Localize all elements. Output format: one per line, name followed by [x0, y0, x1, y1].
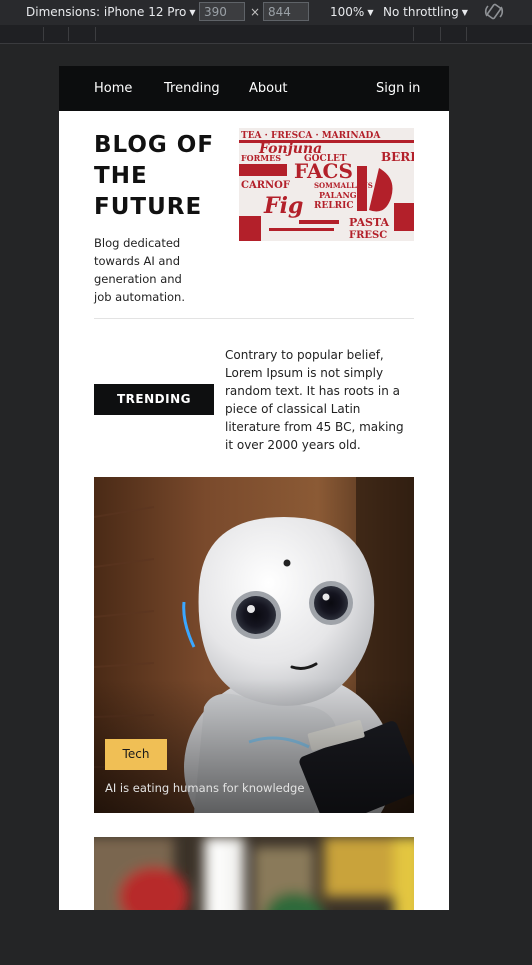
hero-description: Blog dedicated towards AI and generation…	[94, 236, 186, 304]
svg-text:TEA · FRESCA · MARINADA: TEA · FRESCA · MARINADA	[241, 131, 381, 141]
viewport-width-input[interactable]: 390	[199, 2, 245, 21]
media-query-ruler	[0, 25, 532, 44]
throttling-label: No throttling	[383, 5, 459, 19]
nav-link-about[interactable]: About	[249, 66, 287, 111]
hero-image-word: FACS	[294, 159, 353, 183]
featured-article-card[interactable]: Tech AI is eating humans for knowledge	[94, 477, 414, 813]
hero-typography-image: TEA · FRESCA · MARINADA Fonjuna FORMES G…	[239, 128, 414, 241]
mobile-viewport: Home Trending About Sign in BLOG OF THE …	[59, 66, 449, 910]
devtools-device-toolbar: Dimensions: iPhone 12 Pro ▼ 390 × 844 100…	[0, 0, 532, 25]
hero-image-word: PASTA	[349, 216, 390, 229]
trending-button[interactable]: TRENDING	[94, 384, 214, 415]
zoom-label: 100%	[330, 5, 365, 19]
nav-link-home[interactable]: Home	[94, 66, 132, 111]
viewport-height-input[interactable]: 844	[263, 2, 309, 21]
blurred-photo	[94, 837, 414, 910]
hero-image-word: BERIC	[381, 150, 414, 164]
chevron-down-icon: ▼	[189, 8, 196, 17]
svg-text:CARNOF: CARNOF	[241, 180, 290, 191]
device-dimensions-dropdown[interactable]: Dimensions: iPhone 12 Pro ▼	[26, 0, 196, 25]
category-tag[interactable]: Tech	[105, 739, 167, 770]
card-caption: AI is eating humans for knowledge	[105, 781, 305, 795]
device-dimensions-label: Dimensions: iPhone 12 Pro	[26, 5, 187, 19]
hero-image-word: PALANGS	[319, 190, 363, 200]
section-divider	[94, 318, 414, 319]
page-title: BLOG OF THE FUTURE	[94, 132, 215, 220]
hero-image-word: SOMMALLANS	[314, 181, 373, 190]
rotate-icon[interactable]	[484, 1, 504, 26]
hero-image-word: FRESC	[349, 230, 387, 241]
throttling-dropdown[interactable]: No throttling ▼	[383, 0, 468, 25]
top-navigation: Home Trending About Sign in	[59, 66, 449, 111]
trending-description: Contrary to popular belief, Lorem Ipsum …	[225, 348, 404, 452]
zoom-dropdown[interactable]: 100% ▼	[330, 0, 373, 25]
nav-link-trending[interactable]: Trending	[164, 66, 220, 111]
sign-in-link[interactable]: Sign in	[376, 66, 420, 111]
hero-image-word: RELRIC	[314, 201, 354, 211]
hero-image-word: FORMES	[241, 153, 281, 163]
dimension-times-symbol: ×	[250, 5, 261, 19]
svg-text:Fig: Fig	[263, 193, 303, 219]
chevron-down-icon: ▼	[367, 8, 374, 17]
secondary-article-card[interactable]	[94, 837, 414, 910]
chevron-down-icon: ▼	[461, 8, 468, 17]
